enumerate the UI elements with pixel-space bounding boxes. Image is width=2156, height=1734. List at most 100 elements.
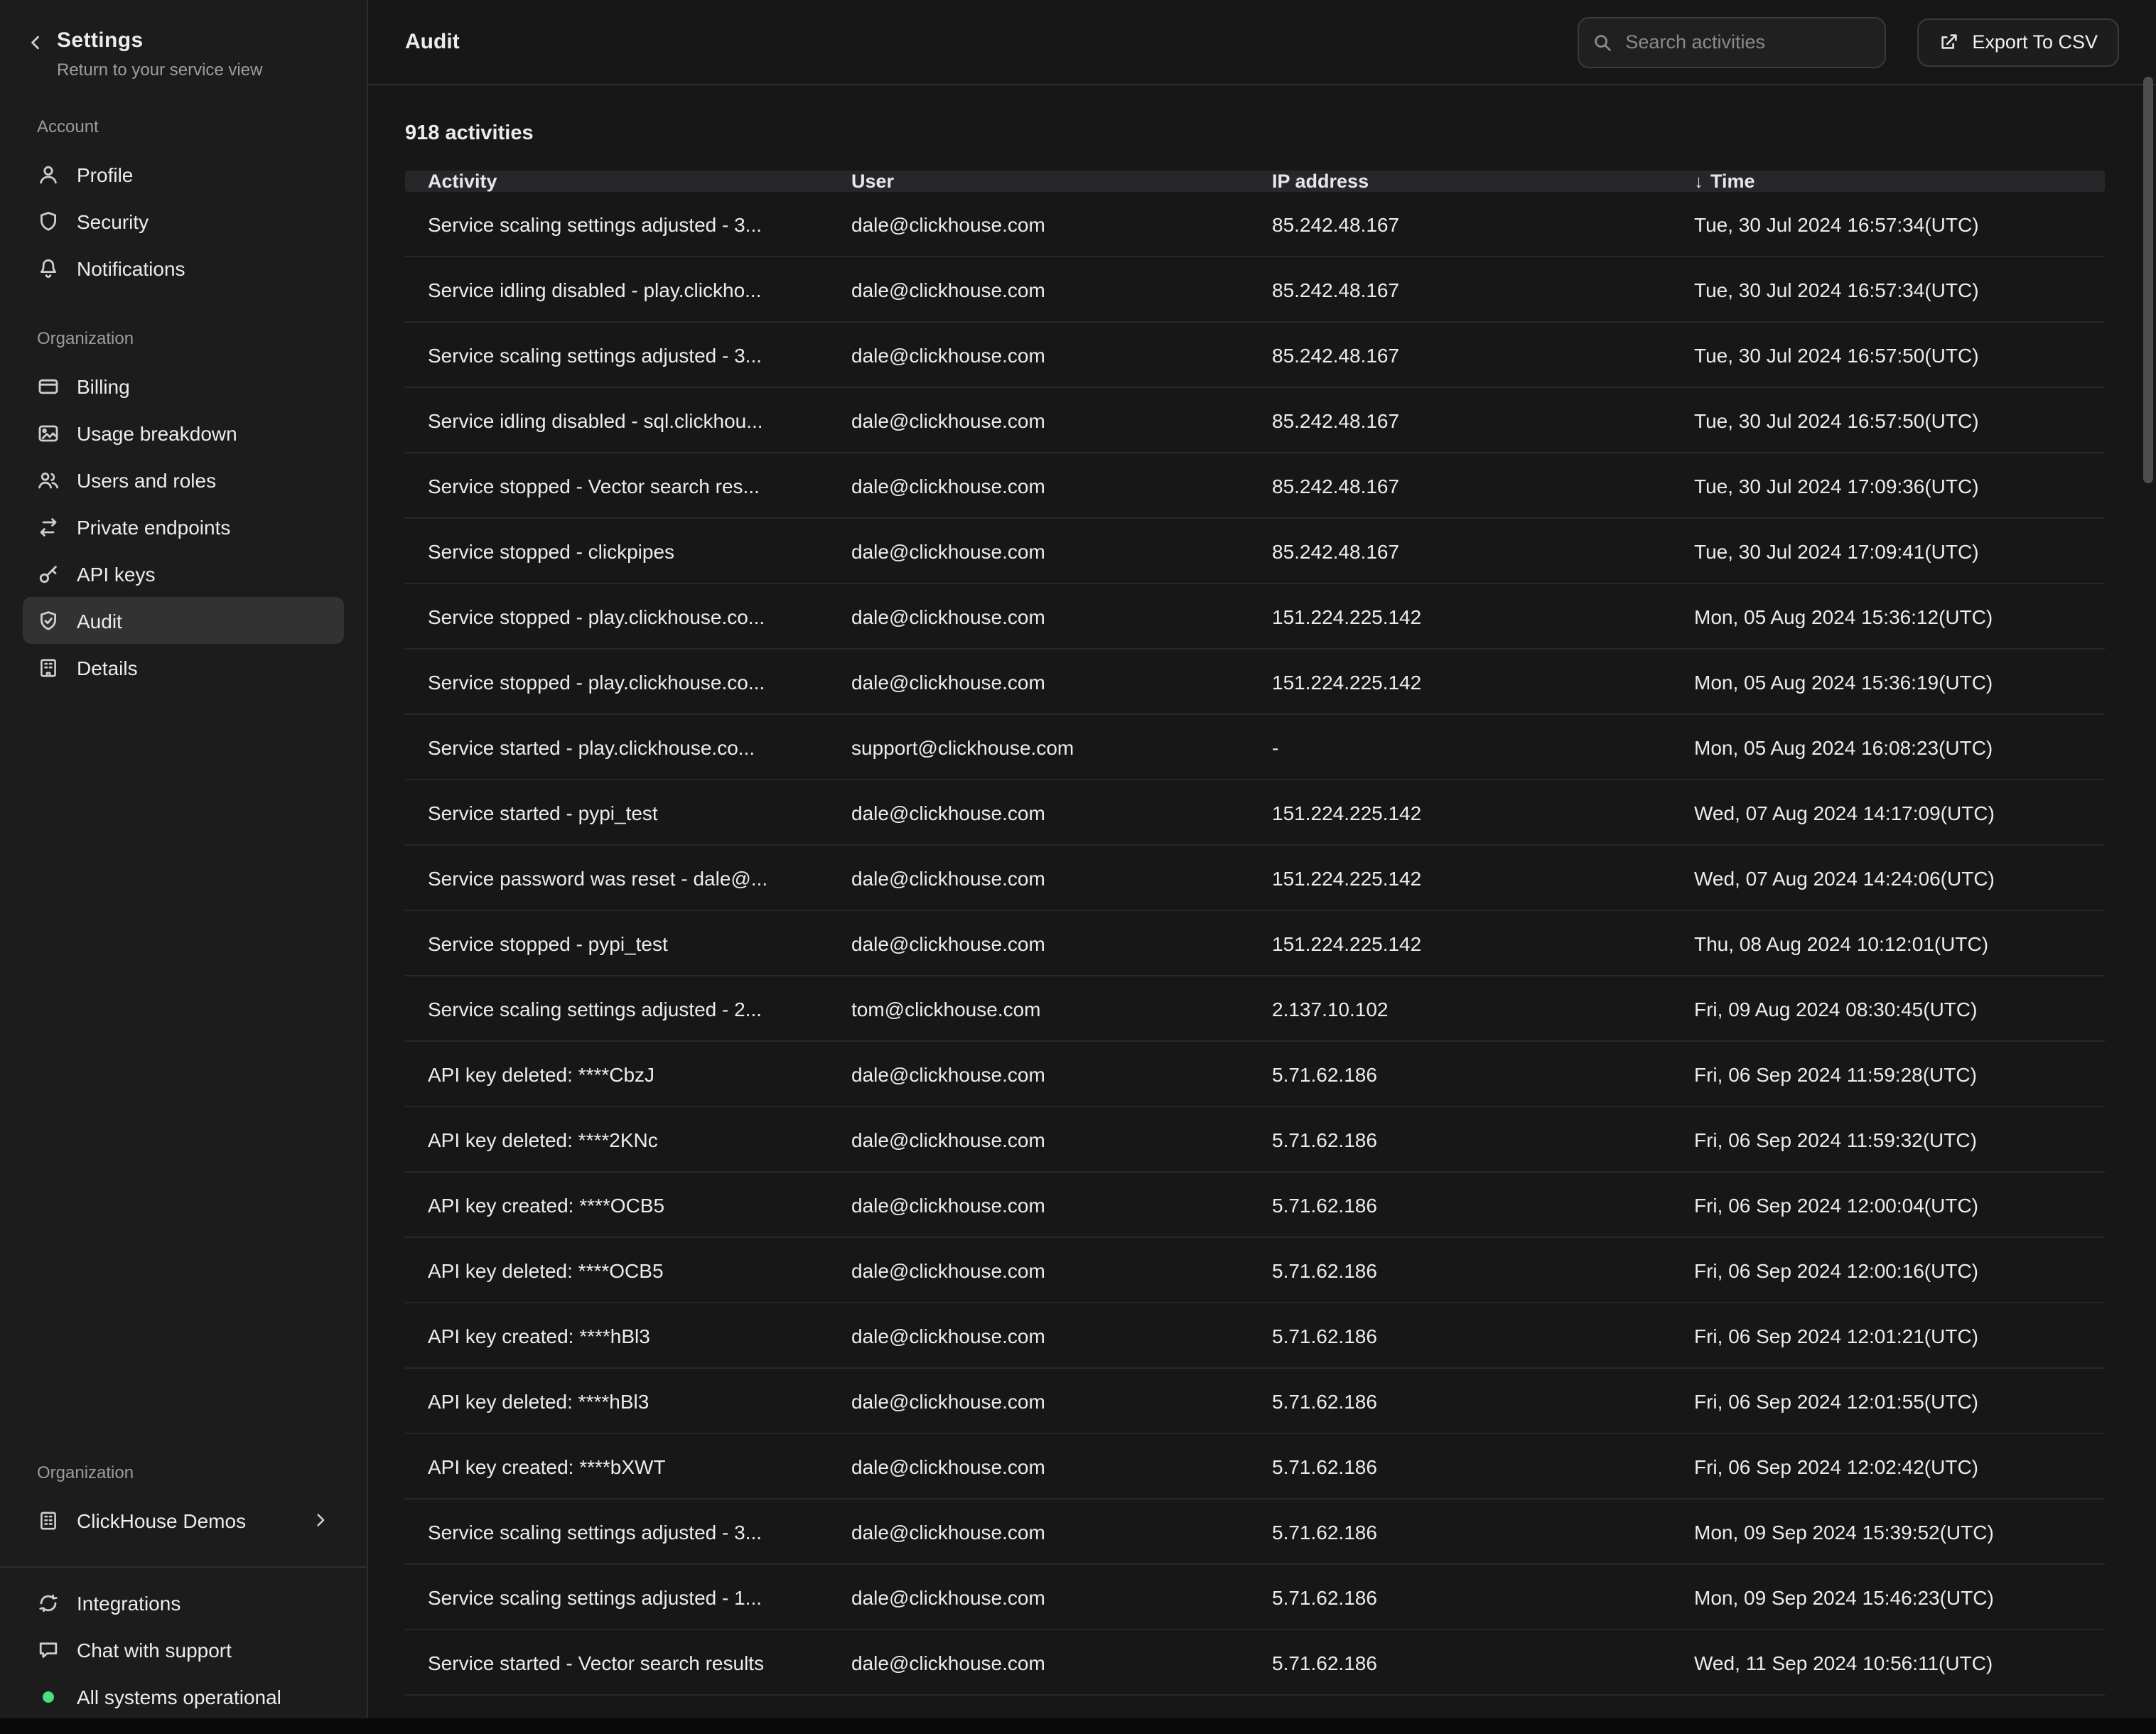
activity-cell: Service stopped - play.clickhouse.co... — [405, 605, 829, 628]
time-cell: Tue, 30 Jul 2024 16:57:50(UTC) — [1671, 343, 2105, 366]
table-row: Service scaling settings adjusted - 3...… — [405, 323, 2105, 388]
sidebar-item-integrations[interactable]: Integrations — [23, 1579, 344, 1626]
user-cell: dale@clickhouse.com — [829, 474, 1249, 497]
time-cell: Fri, 06 Sep 2024 12:01:55(UTC) — [1671, 1389, 2105, 1412]
users-icon — [37, 468, 60, 491]
sidebar-item-details[interactable]: Details — [23, 644, 344, 691]
time-cell: Fri, 06 Sep 2024 12:02:42(UTC) — [1671, 1455, 2105, 1477]
sidebar-item-billing[interactable]: Billing — [23, 362, 344, 409]
sidebar-item-label: Security — [77, 210, 149, 232]
export-csv-button[interactable]: Export To CSV — [1917, 18, 2119, 66]
ip-cell: 5.71.62.186 — [1249, 1193, 1671, 1216]
vertical-scrollbar-thumb[interactable] — [2143, 77, 2153, 483]
table-body: Service scaling settings adjusted - 3...… — [405, 192, 2105, 1734]
sidebar-item-users-and-roles[interactable]: Users and roles — [23, 456, 344, 503]
table-row: Service scaling settings adjusted - 2...… — [405, 976, 2105, 1042]
table-row: Service stopped - clickpipes dale@clickh… — [405, 519, 2105, 584]
ip-cell: 5.71.62.186 — [1249, 1455, 1671, 1477]
search-input[interactable] — [1577, 16, 1885, 68]
time-cell: Fri, 06 Sep 2024 12:00:04(UTC) — [1671, 1193, 2105, 1216]
chevron-left-icon — [26, 33, 45, 80]
user-cell: dale@clickhouse.com — [829, 343, 1249, 366]
ip-cell: 151.224.225.142 — [1249, 670, 1671, 693]
sidebar-item-notifications[interactable]: Notifications — [23, 244, 344, 291]
sidebar-item-profile[interactable]: Profile — [23, 151, 344, 198]
sidebar-item-label: API keys — [77, 562, 156, 585]
user-cell: dale@clickhouse.com — [829, 605, 1249, 628]
table-row: Service stopped - Vector search res... d… — [405, 453, 2105, 519]
column-header-time[interactable]: ↓ Time — [1671, 171, 2105, 192]
sidebar-bottom: Organization ClickHouse Demos Integratio… — [0, 1426, 367, 1734]
user-cell: dale@clickhouse.com — [829, 1455, 1249, 1477]
time-cell: Fri, 06 Sep 2024 12:00:16(UTC) — [1671, 1259, 2105, 1281]
ip-cell: 85.242.48.167 — [1249, 539, 1671, 562]
sidebar-footer: Integrations Chat with support All syste… — [0, 1566, 367, 1734]
activity-cell: API key created: ****hBl3 — [405, 1324, 829, 1347]
user-cell: support@clickhouse.com — [829, 736, 1249, 758]
column-header-user: User — [829, 171, 1249, 192]
sidebar-item-usage-breakdown[interactable]: Usage breakdown — [23, 409, 344, 456]
table-row: Service started - pypi_test dale@clickho… — [405, 780, 2105, 846]
chat-bubble-icon — [37, 1638, 60, 1661]
table-row: Service started - Vector search results … — [405, 1630, 2105, 1696]
activity-cell: Service scaling settings adjusted - 3... — [405, 343, 829, 366]
key-icon — [37, 562, 60, 585]
ip-cell: 5.71.62.186 — [1249, 1585, 1671, 1608]
table-row: Service scaling settings adjusted - 3...… — [405, 192, 2105, 257]
activity-cell: API key deleted: ****OCB5 — [405, 1259, 829, 1281]
table-row: Service idling disabled - sql.clickhou..… — [405, 388, 2105, 453]
time-cell: Wed, 07 Aug 2024 14:24:06(UTC) — [1671, 866, 2105, 889]
section-label-account: Account — [37, 117, 367, 136]
user-cell: dale@clickhouse.com — [829, 1585, 1249, 1608]
ip-cell: 85.242.48.167 — [1249, 278, 1671, 301]
activity-cell: API key deleted: ****2KNc — [405, 1128, 829, 1151]
ip-cell: - — [1249, 736, 1671, 758]
org-switcher-name: ClickHouse Demos — [77, 1509, 246, 1531]
page-header: Audit Export To CSV — [368, 0, 2156, 85]
sidebar-item-system-status[interactable]: All systems operational — [23, 1673, 344, 1720]
sidebar-item-api-keys[interactable]: API keys — [23, 550, 344, 597]
activity-cell: Service password was reset - dale@... — [405, 866, 829, 889]
user-cell: dale@clickhouse.com — [829, 1193, 1249, 1216]
user-cell: dale@clickhouse.com — [829, 1389, 1249, 1412]
activity-cell: Service idling disabled - play.clickho..… — [405, 278, 829, 301]
activity-cell: Service scaling settings adjusted - 3... — [405, 212, 829, 235]
arrows-left-right-icon — [37, 515, 60, 538]
time-cell: Fri, 06 Sep 2024 11:59:32(UTC) — [1671, 1128, 2105, 1151]
ip-cell: 85.242.48.167 — [1249, 409, 1671, 431]
table-row: Service scaling settings adjusted - 3...… — [405, 1499, 2105, 1565]
sidebar-item-chat-support[interactable]: Chat with support — [23, 1626, 344, 1673]
status-ok-icon — [43, 1691, 54, 1702]
sidebar-item-label: Private endpoints — [77, 515, 230, 538]
org-switcher[interactable]: ClickHouse Demos — [23, 1497, 344, 1544]
user-cell: dale@clickhouse.com — [829, 1520, 1249, 1543]
time-cell: Wed, 07 Aug 2024 14:17:09(UTC) — [1671, 801, 2105, 824]
sidebar-item-security[interactable]: Security — [23, 198, 344, 244]
sidebar-item-label: Integrations — [77, 1591, 180, 1614]
sidebar-item-label: Audit — [77, 609, 122, 632]
ip-cell: 5.71.62.186 — [1249, 1651, 1671, 1674]
sidebar-item-label: Billing — [77, 375, 130, 397]
chevron-right-icon — [311, 1511, 330, 1529]
time-cell: Mon, 05 Aug 2024 15:36:19(UTC) — [1671, 670, 2105, 693]
time-cell: Thu, 08 Aug 2024 10:12:01(UTC) — [1671, 932, 2105, 954]
ip-cell: 151.224.225.142 — [1249, 605, 1671, 628]
activity-cell: Service idling disabled - sql.clickhou..… — [405, 409, 829, 431]
table-row: API key deleted: ****hBl3 dale@clickhous… — [405, 1369, 2105, 1434]
activity-cell: Service scaling settings adjusted - 1... — [405, 1585, 829, 1608]
activity-cell: Service stopped - play.clickhouse.co... — [405, 670, 829, 693]
sidebar-subtitle: Return to your service view — [57, 60, 262, 80]
sidebar-item-audit[interactable]: Audit — [23, 597, 344, 644]
bell-icon — [37, 257, 60, 279]
table-row: Service stopped - play.clickhouse.co... … — [405, 584, 2105, 650]
user-cell: dale@clickhouse.com — [829, 801, 1249, 824]
table-row: API key deleted: ****OCB5 dale@clickhous… — [405, 1238, 2105, 1303]
sidebar-item-label: All systems operational — [77, 1685, 281, 1708]
sidebar-item-private-endpoints[interactable]: Private endpoints — [23, 503, 344, 550]
user-cell: dale@clickhouse.com — [829, 1062, 1249, 1085]
back-to-service-link[interactable]: Settings Return to your service view — [0, 0, 367, 80]
settings-sidebar: Settings Return to your service view Acc… — [0, 0, 368, 1734]
ip-cell: 151.224.225.142 — [1249, 866, 1671, 889]
sidebar-item-label: Details — [77, 656, 138, 679]
ip-cell: 5.71.62.186 — [1249, 1389, 1671, 1412]
